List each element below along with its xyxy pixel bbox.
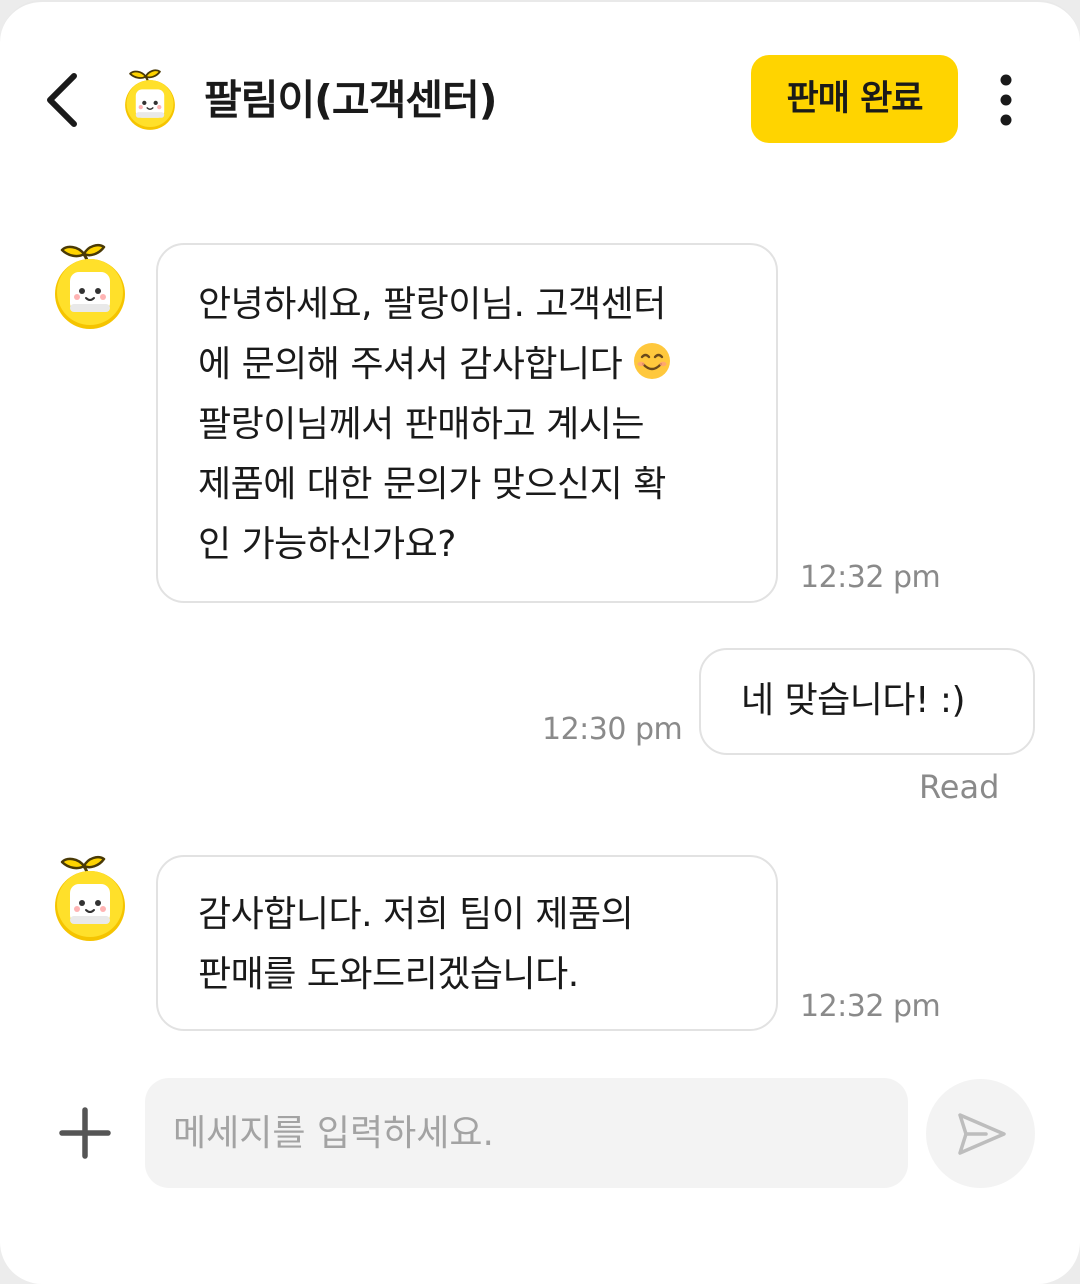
outgoing-message-bubble[interactable]: 네 맞습니다! :)	[699, 648, 1035, 755]
message-line: 감사합니다. 저희 팀이 제품의	[198, 894, 634, 935]
send-icon	[958, 1113, 1006, 1155]
message-line: 에 문의해 주셔서 감사합니다	[198, 335, 738, 395]
kebab-menu-icon	[1000, 74, 1012, 126]
back-button[interactable]	[40, 68, 90, 132]
sender-avatar[interactable]	[52, 854, 128, 944]
sender-avatar[interactable]	[52, 242, 128, 332]
smiling-face-emoji	[634, 343, 671, 379]
message-timestamp: 12:30 pm	[542, 712, 683, 747]
read-receipt: Read	[919, 768, 1000, 806]
message-line: 안녕하세요, 팔랑이님. 고객센터	[198, 284, 666, 325]
sale-complete-button[interactable]: 판매 완료	[751, 55, 958, 143]
send-button[interactable]	[926, 1079, 1035, 1188]
more-menu-button[interactable]	[990, 74, 1022, 126]
chat-screen: 팔림이(고객센터) 판매 완료 안녕하세요, 팔랑이님. 고객센터 에 문의해 …	[0, 0, 1080, 1284]
header-avatar[interactable]	[118, 68, 182, 132]
message-input[interactable]	[145, 1078, 908, 1188]
chevron-left-icon	[47, 73, 77, 127]
mascot-avatar-icon	[118, 68, 182, 132]
mascot-avatar-icon	[52, 854, 128, 944]
message-line: 인 가능하신가요?	[198, 524, 456, 565]
message-timestamp: 12:32 pm	[800, 560, 941, 595]
message-line: 판매를 도와드리겠습니다.	[198, 954, 579, 995]
message-line: 제품에 대한 문의가 맞으신지 확	[198, 464, 666, 505]
incoming-message-bubble[interactable]: 안녕하세요, 팔랑이님. 고객센터 에 문의해 주셔서 감사합니다 팔랑이님께서…	[156, 243, 778, 603]
attach-button[interactable]	[58, 1106, 112, 1160]
message-line: 네 맞습니다! :)	[741, 680, 966, 721]
message-line: 팔랑이님께서 판매하고 계시는	[198, 404, 644, 445]
chat-title: 팔림이(고객센터)	[204, 76, 498, 124]
incoming-message-bubble[interactable]: 감사합니다. 저희 팀이 제품의 판매를 도와드리겠습니다.	[156, 855, 778, 1031]
mascot-avatar-icon	[52, 242, 128, 332]
plus-icon	[59, 1107, 111, 1159]
message-timestamp: 12:32 pm	[800, 989, 941, 1024]
